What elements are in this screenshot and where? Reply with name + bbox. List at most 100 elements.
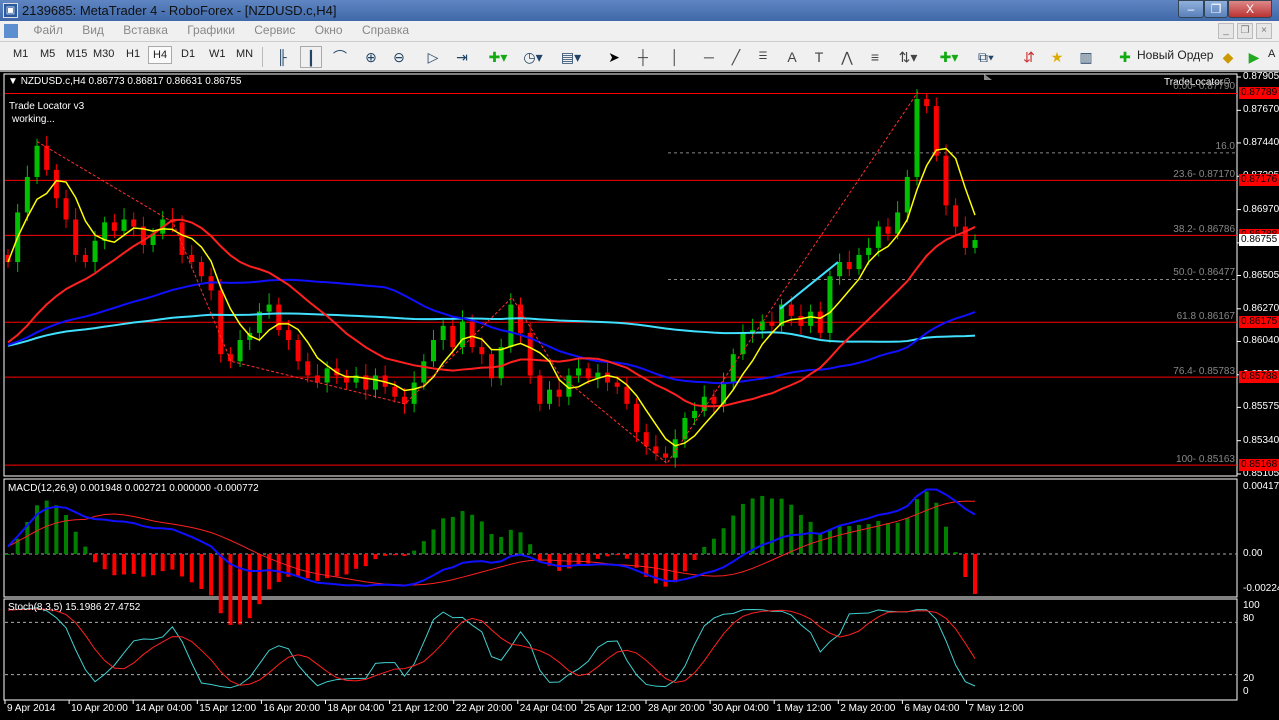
tf-h1[interactable]: H1 xyxy=(126,48,140,60)
tf-w1[interactable]: W1 xyxy=(209,48,226,60)
candle-body xyxy=(189,254,195,263)
macd-histogram-bar xyxy=(885,523,890,554)
macd-histogram-bar xyxy=(837,525,842,554)
text-label-icon[interactable]: T xyxy=(808,46,830,68)
menu-file[interactable]: Файл xyxy=(25,21,71,39)
candle-body xyxy=(605,372,611,383)
close-button[interactable]: X xyxy=(1228,0,1272,18)
macd-histogram-bar xyxy=(740,503,745,554)
macd-histogram-bar xyxy=(112,554,117,576)
fibo-fan-icon[interactable]: ⋀ xyxy=(836,46,858,68)
macd-histogram-bar xyxy=(827,530,832,554)
candle-body xyxy=(875,226,881,248)
level-price-label: 0.87789 xyxy=(1239,87,1279,100)
cursor-icon[interactable]: ➤ xyxy=(603,46,625,68)
chart-window[interactable]: ▼ NZDUSD.c,H4 0.86773 0.86817 0.86631 0.… xyxy=(0,71,1279,720)
candle-body xyxy=(701,396,707,411)
macd-histogram-bar xyxy=(238,554,243,625)
macd-histogram-bar xyxy=(83,546,88,554)
macd-histogram-bar xyxy=(682,554,687,572)
new-order-icon[interactable]: ✚ xyxy=(1114,46,1136,68)
macd-histogram-bar xyxy=(122,554,127,575)
menu-charts[interactable]: Графики xyxy=(179,21,243,39)
menu-insert[interactable]: Вставка xyxy=(115,21,176,39)
price-tick-label: 0.87670 xyxy=(1243,104,1279,116)
line-chart-icon[interactable]: ⌒ xyxy=(329,46,351,68)
autotrading-icon[interactable]: ▶ xyxy=(1243,46,1265,68)
macd-histogram-bar xyxy=(431,529,436,554)
fibo-retracement-icon[interactable]: ≡ xyxy=(864,46,886,68)
macd-histogram-bar xyxy=(354,554,359,569)
tf-m1[interactable]: M1 xyxy=(13,48,28,60)
stoch-tick: 20 xyxy=(1243,673,1255,684)
terminal-icon[interactable]: ▥ xyxy=(1075,46,1097,68)
macd-histogram-bar xyxy=(924,491,929,554)
new-order-button[interactable]: Новый Ордер xyxy=(1137,48,1213,62)
crosshair-icon[interactable]: ┼ xyxy=(632,46,654,68)
macd-histogram-bar xyxy=(209,554,214,596)
zoom-out-icon[interactable]: ⊖ xyxy=(388,46,410,68)
level-price-label: 0.85788 xyxy=(1239,371,1279,384)
vertical-line-icon[interactable]: │ xyxy=(664,46,686,68)
trendline-icon[interactable]: ╱ xyxy=(725,46,747,68)
zoom-in-icon[interactable]: ⊕ xyxy=(360,46,382,68)
macd-histogram-bar xyxy=(702,546,707,554)
macd-histogram-bar xyxy=(818,533,823,554)
macd-histogram-bar xyxy=(731,515,736,554)
chart-canvas[interactable] xyxy=(0,72,1279,720)
channel-icon[interactable]: ☰ xyxy=(752,46,774,68)
arrows-icon[interactable]: ⇅▾ xyxy=(897,46,919,68)
candle-body xyxy=(198,262,204,277)
tf-h4[interactable]: H4 xyxy=(148,46,173,64)
macd-histogram-bar xyxy=(441,518,446,554)
new-chart-icon[interactable]: ✚▾ xyxy=(938,46,960,68)
time-axis-label: 18 Apr 04:00 xyxy=(327,703,385,714)
autotrading-button[interactable]: A xyxy=(1268,48,1275,60)
tf-mn[interactable]: MN xyxy=(236,48,253,60)
tf-m30[interactable]: M30 xyxy=(93,48,114,60)
restore-button[interactable]: ❐ xyxy=(1204,0,1228,18)
candle-body xyxy=(808,311,814,326)
horizontal-line-icon[interactable]: ─ xyxy=(698,46,720,68)
minimize-button[interactable]: – xyxy=(1178,0,1204,18)
menu-view[interactable]: Вид xyxy=(74,21,112,39)
chart-close-button[interactable]: × xyxy=(1256,23,1272,39)
candle-body xyxy=(788,304,794,316)
menu-help[interactable]: Справка xyxy=(354,21,417,39)
tf-d1[interactable]: D1 xyxy=(181,48,195,60)
macd-histogram-bar xyxy=(421,541,426,554)
level-price-label: 0.87176 xyxy=(1239,174,1279,187)
header-arrow-icon: ▼ xyxy=(8,76,21,87)
fib-level-label: 23.6- 0.87170 xyxy=(1173,169,1235,181)
profiles-icon[interactable]: ⧉▾ xyxy=(975,46,997,68)
bar-chart-icon[interactable]: ╟ xyxy=(271,46,293,68)
tf-m5[interactable]: M5 xyxy=(40,48,55,60)
auto-scroll-icon[interactable]: ▷ xyxy=(422,46,444,68)
navigator-icon[interactable]: ★ xyxy=(1046,46,1068,68)
chart-restore-button[interactable]: ❐ xyxy=(1237,23,1253,39)
macd-histogram-bar xyxy=(576,554,581,565)
time-axis-label: 30 Apr 04:00 xyxy=(712,703,769,714)
candle-body xyxy=(305,361,311,376)
chart-menu-icon[interactable] xyxy=(4,24,18,38)
fib-level-label: 100- 0.85163 xyxy=(1176,453,1235,465)
tf-m15[interactable]: M15 xyxy=(66,48,87,60)
periods-icon[interactable]: ◷▾ xyxy=(522,46,544,68)
level-price-label: 0.86175 xyxy=(1239,316,1279,329)
text-icon[interactable]: A xyxy=(781,46,803,68)
macd-histogram-bar xyxy=(6,554,10,555)
experts-icon[interactable]: ◆ xyxy=(1217,46,1239,68)
indicators-icon[interactable]: ✚▾ xyxy=(487,46,509,68)
candle-body xyxy=(769,321,775,326)
market-watch-icon[interactable]: ⇵ xyxy=(1018,46,1040,68)
menu-window[interactable]: Окно xyxy=(307,21,351,39)
templates-icon[interactable]: ▤▾ xyxy=(560,46,582,68)
chart-shift-icon[interactable]: ⇥ xyxy=(451,46,473,68)
time-axis-label: 16 Apr 20:00 xyxy=(263,703,321,714)
macd-header: MACD(12,26,9) 0.001948 0.002721 0.000000… xyxy=(8,483,259,494)
candlestick-icon[interactable]: ┃ xyxy=(300,46,322,68)
macd-histogram-bar xyxy=(218,554,223,614)
chart-minimize-button[interactable]: _ xyxy=(1218,23,1234,39)
indicator-name: Trade Locator v3 xyxy=(9,101,85,112)
menu-tools[interactable]: Сервис xyxy=(246,21,303,39)
